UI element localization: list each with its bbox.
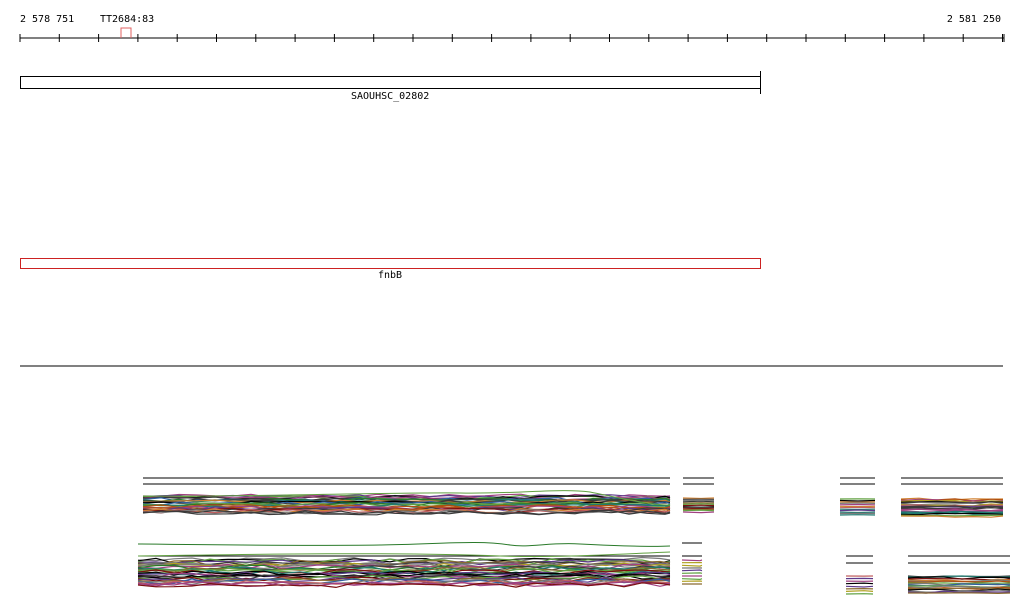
- alignment-block: [900, 477, 1004, 518]
- ruler-start-label: 2 578 751: [20, 14, 75, 25]
- alignment-read: [839, 499, 876, 502]
- alignment-block: [682, 477, 715, 514]
- variant-marker-label[interactable]: TT2684:83: [100, 14, 154, 26]
- variant-marker-shape: [120, 27, 132, 38]
- alignment-read: [682, 497, 715, 500]
- gene-feature-saouhsc-02802[interactable]: [20, 76, 761, 89]
- alignment-read: [137, 542, 671, 547]
- gene-feature-fnbb[interactable]: [20, 258, 761, 269]
- alignment-block: [681, 542, 703, 585]
- alignment-block: [839, 477, 876, 516]
- alignment-read: [681, 569, 703, 572]
- ruler-end-label: 2 581 250: [946, 14, 1001, 25]
- alignment-read: [839, 509, 876, 512]
- alignment-read: [908, 592, 1011, 595]
- alignment-read: [682, 511, 715, 514]
- alignment-block: [907, 555, 1011, 595]
- gene-label-saouhsc-02802: SAOUHSC_02802: [351, 91, 430, 102]
- alignment-block: [845, 555, 874, 595]
- alignment-read: [900, 501, 1004, 504]
- alignment-block: [142, 477, 671, 516]
- alignment-read: [681, 559, 703, 562]
- alignment-read: [682, 509, 715, 512]
- alignment-read: [845, 590, 874, 592]
- alignment-read: [682, 500, 715, 503]
- ruler-axis: [19, 34, 1005, 42]
- gene-end-cap: [760, 71, 761, 94]
- gene-label-fnbb: fnbB: [378, 270, 403, 281]
- variant-marker[interactable]: [120, 27, 132, 38]
- alignment-read: [845, 585, 874, 588]
- alignment-read: [845, 582, 874, 585]
- alignment-read: [681, 564, 703, 567]
- alignment-read: [681, 578, 703, 581]
- alignment-block: [137, 555, 671, 589]
- alignment-area: [137, 477, 1011, 595]
- genome-viewer: [19, 27, 1011, 595]
- alignment-read: [682, 503, 715, 505]
